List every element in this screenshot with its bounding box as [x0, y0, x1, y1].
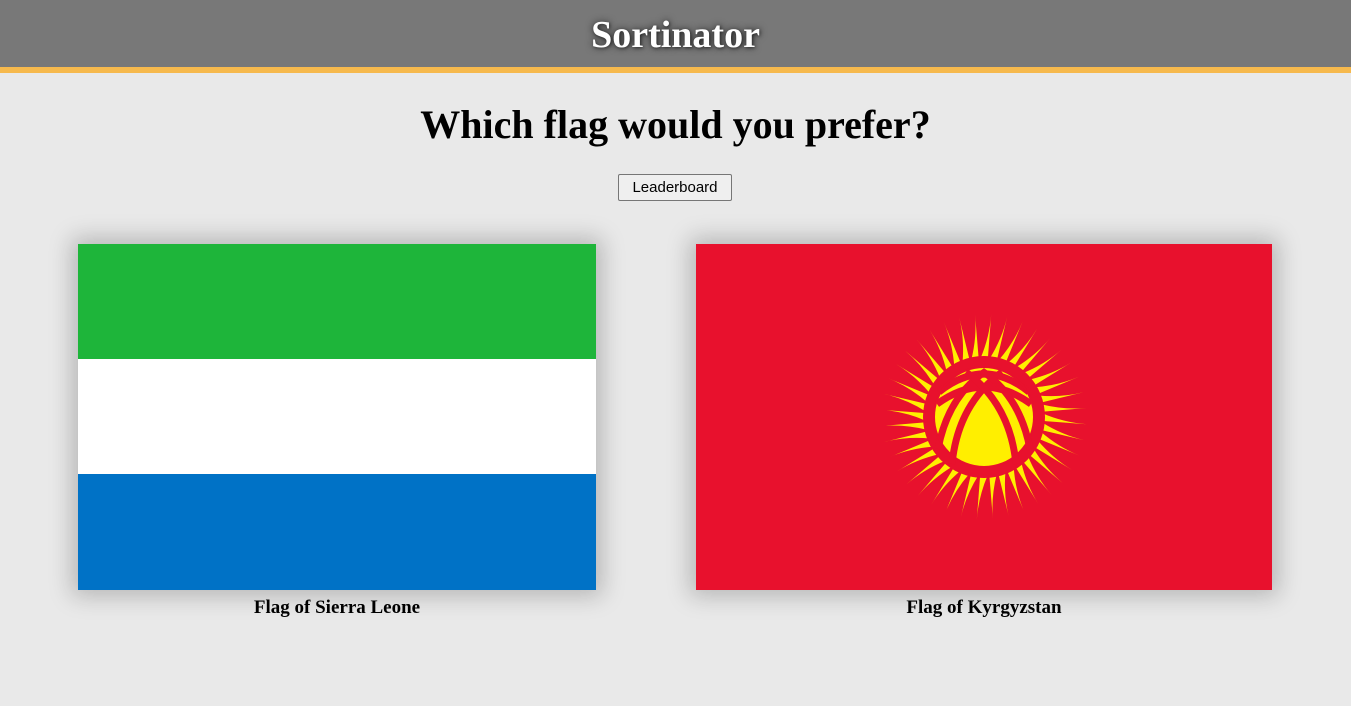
flag-option-sierra-leone[interactable]: Flag of Sierra Leone: [78, 244, 596, 619]
page-question: Which flag would you prefer?: [420, 102, 931, 147]
flag-caption: Flag of Sierra Leone: [253, 597, 421, 618]
flag-caption: Flag of Kyrgyzstan: [906, 597, 1062, 618]
flag-option-kyrgyzstan[interactable]: Flag of Kyrgyzstan: [696, 244, 1272, 619]
sierra-leone-flag-image[interactable]: [78, 244, 596, 590]
leaderboard-button[interactable]: Leaderboard: [618, 174, 732, 201]
site-header: Sortinator: [0, 0, 1351, 73]
site-title: Sortinator: [591, 14, 760, 56]
kyrgyzstan-flag-image[interactable]: [696, 244, 1272, 590]
